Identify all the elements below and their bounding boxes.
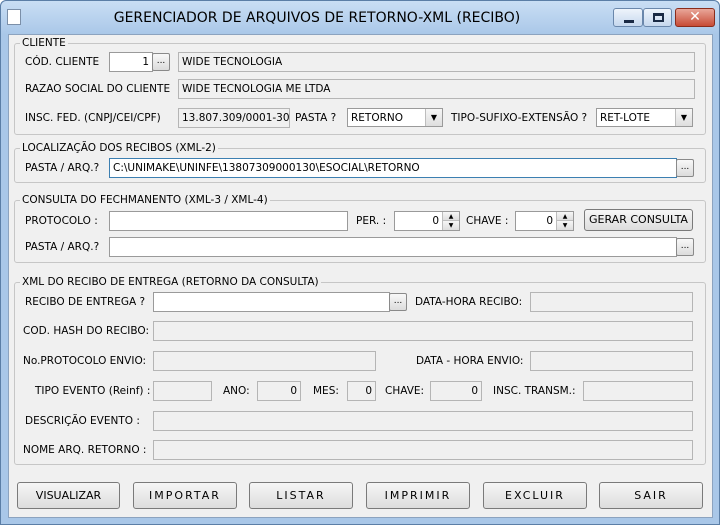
chave-recibo-field: 0 xyxy=(430,381,482,401)
datahora-recibo-label: DATA-HORA RECIBO: xyxy=(415,296,523,308)
title-bar[interactable]: GERENCIADOR DE ARQUIVOS DE RETORNO-XML (… xyxy=(1,1,719,35)
spin-down-icon[interactable]: ▼ xyxy=(442,221,459,230)
tipo-sufixo-select-value: RET-LOTE xyxy=(600,112,650,124)
spin-up-icon[interactable]: ▲ xyxy=(442,212,459,221)
loc-pasta-label: PASTA / ARQ.? xyxy=(25,162,100,174)
cliente-group-title: CLIENTE xyxy=(20,37,68,49)
cod-cliente-input[interactable]: 1 xyxy=(109,52,153,72)
ano-field: 0 xyxy=(257,381,301,401)
razao-social-field: WIDE TECNOLOGIA ME LTDA xyxy=(178,79,695,99)
insc-transm-field xyxy=(583,381,693,401)
datahora-envio-label: DATA - HORA ENVIO: xyxy=(416,355,524,367)
importar-button[interactable]: IMPORTAR xyxy=(133,482,237,509)
chave-value: 0 xyxy=(546,215,553,227)
insc-fed-field: 13.807.309/0001-30 xyxy=(178,108,290,128)
localizacao-group-title: LOCALIZAÇÃO DOS RECIBOS (XML-2) xyxy=(20,142,218,154)
spin-down-icon[interactable]: ▼ xyxy=(556,221,573,230)
spin-up-icon[interactable]: ▲ xyxy=(556,212,573,221)
mes-label: MES: xyxy=(313,385,339,397)
chevron-down-icon[interactable]: ▼ xyxy=(425,109,442,126)
insc-fed-label: INSC. FED. (CNPJ/CEI/CPF) xyxy=(25,112,161,124)
nome-arq-field xyxy=(153,440,693,460)
excluir-button[interactable]: EXCLUIR xyxy=(483,482,587,509)
recibo-entrega-lookup-button[interactable]: ... xyxy=(389,293,407,311)
consulta-group-title: CONSULTA DO FECHMANENTO (XML-3 / XML-4) xyxy=(20,194,270,206)
consulta-pasta-lookup-button[interactable]: ... xyxy=(676,238,694,256)
mes-field: 0 xyxy=(347,381,376,401)
per-stepper[interactable]: 0 ▲ ▼ xyxy=(394,211,460,231)
per-value: 0 xyxy=(432,215,439,227)
datahora-envio-field xyxy=(530,351,693,371)
gerar-consulta-button[interactable]: GERAR CONSULTA xyxy=(584,209,693,231)
pasta-label: PASTA ? xyxy=(295,112,337,124)
razao-social-label: RAZAO SOCIAL DO CLIENTE xyxy=(25,83,171,95)
protocolo-label: PROTOCOLO : xyxy=(25,215,98,227)
chave-recibo-label: CHAVE: xyxy=(385,385,425,397)
close-icon: ✕ xyxy=(689,9,701,25)
listar-button[interactable]: LISTAR xyxy=(249,482,353,509)
descricao-label: DESCRIÇÃO EVENTO : xyxy=(25,415,140,427)
consulta-pasta-input[interactable] xyxy=(109,237,677,257)
cliente-name-field: WIDE TECNOLOGIA xyxy=(178,52,695,72)
recibo-entrega-label: RECIBO DE ENTREGA ? xyxy=(25,296,146,308)
per-label: PER. : xyxy=(356,215,387,227)
tipo-evento-field xyxy=(153,381,212,401)
loc-pasta-lookup-button[interactable]: ... xyxy=(676,159,694,177)
hash-label: COD. HASH DO RECIBO: xyxy=(23,325,150,337)
recibo-entrega-input[interactable] xyxy=(153,292,390,312)
ano-label: ANO: xyxy=(223,385,250,397)
consulta-pasta-label: PASTA / ARQ.? xyxy=(25,241,100,253)
chevron-down-icon[interactable]: ▼ xyxy=(675,109,692,126)
cod-cliente-lookup-button[interactable]: ... xyxy=(152,53,170,71)
tipo-evento-label: TIPO EVENTO (Reinf) : xyxy=(35,385,151,397)
datahora-recibo-field xyxy=(530,292,693,312)
insc-transm-label: INSC. TRANSM.: xyxy=(493,385,576,397)
maximize-button[interactable] xyxy=(643,8,672,27)
pasta-select-value: RETORNO xyxy=(351,112,404,124)
cod-cliente-label: CÓD. CLIENTE xyxy=(25,56,100,68)
recibo-group-title: XML DO RECIBO DE ENTREGA (RETORNO DA CON… xyxy=(20,276,321,288)
visualizar-button[interactable]: VISUALIZAR xyxy=(17,482,120,509)
imprimir-button[interactable]: IMPRIMIR xyxy=(366,482,470,509)
form-body: CLIENTE CÓD. CLIENTE 1 ... WIDE TECNOLOG… xyxy=(8,34,713,518)
tipo-sufixo-label: TIPO-SUFIXO-EXTENSÃO ? xyxy=(451,112,588,124)
app-window: GERENCIADOR DE ARQUIVOS DE RETORNO-XML (… xyxy=(0,0,720,525)
chave-label: CHAVE : xyxy=(466,215,509,227)
sair-button[interactable]: SAIR xyxy=(599,482,703,509)
descricao-field xyxy=(153,411,693,431)
protocolo-envio-field xyxy=(153,351,376,371)
loc-pasta-input[interactable]: C:\UNIMAKE\UNINFE\13807309000130\ESOCIAL… xyxy=(109,158,677,178)
close-button[interactable]: ✕ xyxy=(675,8,715,27)
minimize-button[interactable] xyxy=(613,8,643,27)
nome-arq-label: NOME ARQ. RETORNO : xyxy=(23,444,147,456)
hash-field xyxy=(153,321,693,341)
window-title: GERENCIADOR DE ARQUIVOS DE RETORNO-XML (… xyxy=(113,10,521,26)
minimize-icon xyxy=(624,20,634,23)
chave-stepper[interactable]: 0 ▲ ▼ xyxy=(515,211,574,231)
maximize-icon xyxy=(653,13,664,22)
protocolo-input[interactable] xyxy=(109,211,348,231)
tipo-sufixo-select[interactable]: RET-LOTE ▼ xyxy=(596,108,693,127)
pasta-select[interactable]: RETORNO ▼ xyxy=(347,108,443,127)
protocolo-envio-label: No.PROTOCOLO ENVIO: xyxy=(23,355,147,367)
